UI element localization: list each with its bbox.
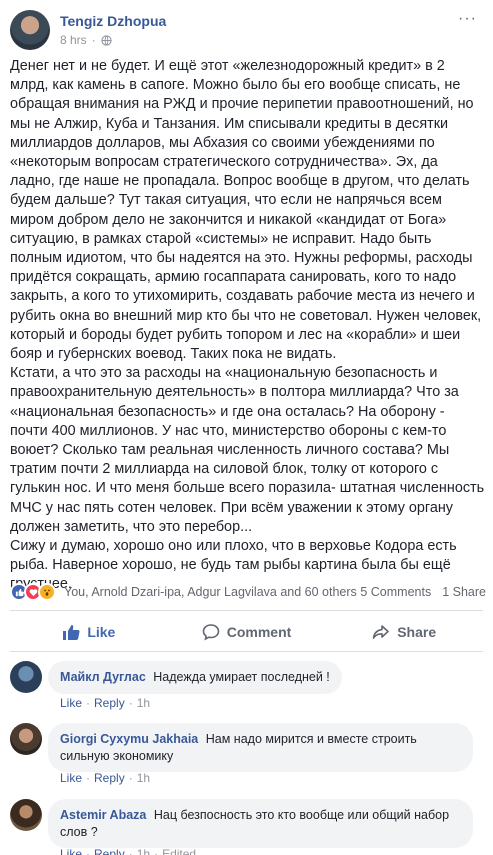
- comment-actions: Like · Reply · 1h · Edited: [60, 847, 196, 855]
- share-button[interactable]: Share: [325, 615, 483, 649]
- wow-reaction-icon: [38, 583, 56, 601]
- post-body: Денег нет и не будет. И ещё этот «железн…: [10, 57, 486, 595]
- post-time[interactable]: 8 hrs: [60, 33, 87, 47]
- comment-actions: Like · Reply · 1h: [60, 696, 151, 710]
- comment-like-link[interactable]: Like: [60, 847, 82, 855]
- like-label: Like: [87, 624, 116, 640]
- comment-time[interactable]: 1h: [137, 696, 150, 710]
- reactions-bar: You, Arnold Dzari-ipa, Adgur Lagvilava a…: [10, 582, 488, 602]
- comment-bubble: Astemir Abaza Нац безпосность это кто во…: [48, 799, 473, 848]
- post-header: Tengiz Dzhopua 8 hrs · ···: [10, 8, 483, 50]
- action-row: Like Comment Share: [10, 615, 483, 649]
- commenter-name[interactable]: Майкл Дуглас: [60, 670, 146, 684]
- comments-count[interactable]: 5 Comments: [360, 585, 431, 599]
- comment-reply-link[interactable]: Reply: [94, 847, 125, 855]
- reaction-stats: 5 Comments 1 Share: [360, 585, 486, 599]
- more-options-button[interactable]: ···: [458, 10, 477, 28]
- reaction-icons[interactable]: [10, 583, 56, 601]
- post-meta: 8 hrs ·: [60, 33, 112, 47]
- comment-label: Comment: [226, 624, 292, 640]
- comment-time[interactable]: 1h: [137, 771, 150, 785]
- divider: [10, 610, 483, 611]
- like-button[interactable]: Like: [10, 615, 168, 649]
- comment-reply-link[interactable]: Reply: [94, 696, 125, 710]
- comment-reply-link[interactable]: Reply: [94, 771, 125, 785]
- share-label: Share: [397, 624, 437, 640]
- comment-bubble: Giorgi Cyxymu Jakhaia Нам надо мирится и…: [48, 723, 473, 772]
- shares-count[interactable]: 1 Share: [442, 585, 486, 599]
- globe-icon[interactable]: [101, 34, 112, 46]
- author-avatar[interactable]: [10, 10, 50, 50]
- comment-edited-label[interactable]: Edited: [162, 847, 196, 855]
- commenter-name[interactable]: Astemir Abaza: [60, 808, 146, 822]
- thumbs-up-icon: [63, 625, 80, 640]
- comment-button[interactable]: Comment: [168, 615, 326, 649]
- post-paragraph: Денег нет и не будет. И ещё этот «железн…: [10, 58, 482, 363]
- share-icon: [372, 625, 390, 639]
- comment-time[interactable]: 1h: [137, 847, 150, 855]
- commenter-avatar[interactable]: [10, 661, 42, 693]
- author-name[interactable]: Tengiz Dzhopua: [60, 13, 166, 29]
- comment-text: Надежда умирает последней !: [153, 670, 330, 684]
- reaction-names[interactable]: You, Arnold Dzari-ipa, Adgur Lagvilava a…: [64, 585, 357, 599]
- comment-like-link[interactable]: Like: [60, 696, 82, 710]
- comment-like-link[interactable]: Like: [60, 771, 82, 785]
- comment-actions: Like · Reply · 1h: [60, 771, 151, 785]
- comment-bubble: Майкл Дуглас Надежда умирает последней !: [48, 661, 342, 694]
- commenter-avatar[interactable]: [10, 799, 42, 831]
- divider: [10, 651, 483, 652]
- commenter-avatar[interactable]: [10, 723, 42, 755]
- comment-icon: [202, 624, 220, 641]
- post-paragraph: Кстати, а что это за расходы на «национа…: [10, 365, 485, 535]
- commenter-name[interactable]: Giorgi Cyxymu Jakhaia: [60, 732, 198, 746]
